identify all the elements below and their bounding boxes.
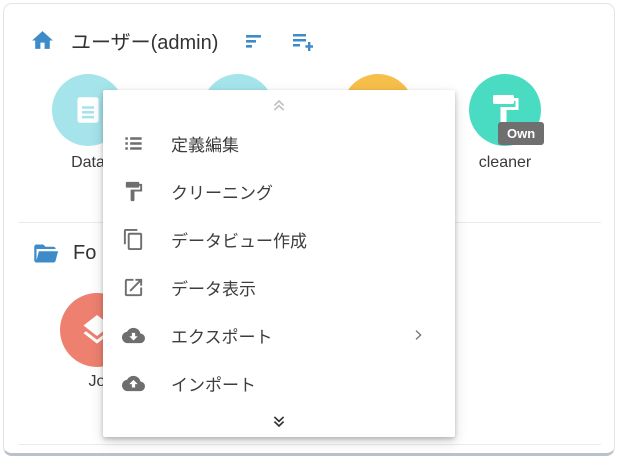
menu-item-label: クリーニング [171, 179, 437, 204]
menu-item-label: データビュー作成 [171, 227, 437, 252]
folder-section-header: Fo [32, 240, 96, 267]
folder-open-icon[interactable] [32, 240, 59, 267]
menu-item-label: 定義編集 [171, 131, 437, 156]
home-icon[interactable] [30, 28, 55, 53]
menu-item-show-data[interactable]: データ表示 [103, 263, 455, 311]
playlist-add-icon[interactable] [290, 29, 314, 53]
own-badge: Own [498, 122, 544, 145]
menu-item-cleaning[interactable]: クリーニング [103, 167, 455, 215]
cloud-upload-icon [122, 372, 145, 395]
menu-item-create-dataview[interactable]: データビュー作成 [103, 215, 455, 263]
bottom-divider [18, 444, 601, 445]
menu-item-label: インポート [171, 371, 437, 396]
menu-item-export[interactable]: エクスポート [103, 311, 455, 359]
copy-icon [122, 228, 145, 251]
chevron-double-up-icon [268, 94, 290, 116]
menu-item-label: エクスポート [171, 323, 410, 348]
folder-section-title: Fo [73, 242, 96, 265]
user-section-header: ユーザー(admin) [30, 26, 314, 55]
paint-roller-icon [122, 180, 145, 203]
menu-item-edit-definition[interactable]: 定義編集 [103, 119, 455, 167]
list-icon [122, 132, 145, 155]
menu-item-import[interactable]: インポート [103, 359, 455, 407]
sort-icon[interactable] [242, 29, 266, 53]
context-menu: 定義編集 クリーニング データビュー作成 データ表示 エクスポート インポート [103, 90, 455, 437]
menu-item-label: データ表示 [171, 275, 437, 300]
menu-scroll-up[interactable] [103, 90, 455, 119]
document-icon [70, 92, 106, 128]
chevron-double-down-icon [268, 411, 290, 433]
dataset-label: cleaner [445, 154, 565, 172]
open-in-new-icon [122, 276, 145, 299]
chevron-right-icon [410, 327, 426, 343]
user-section-title: ユーザー(admin) [71, 26, 218, 55]
menu-scroll-down[interactable] [103, 407, 455, 437]
cloud-download-icon [122, 324, 145, 347]
